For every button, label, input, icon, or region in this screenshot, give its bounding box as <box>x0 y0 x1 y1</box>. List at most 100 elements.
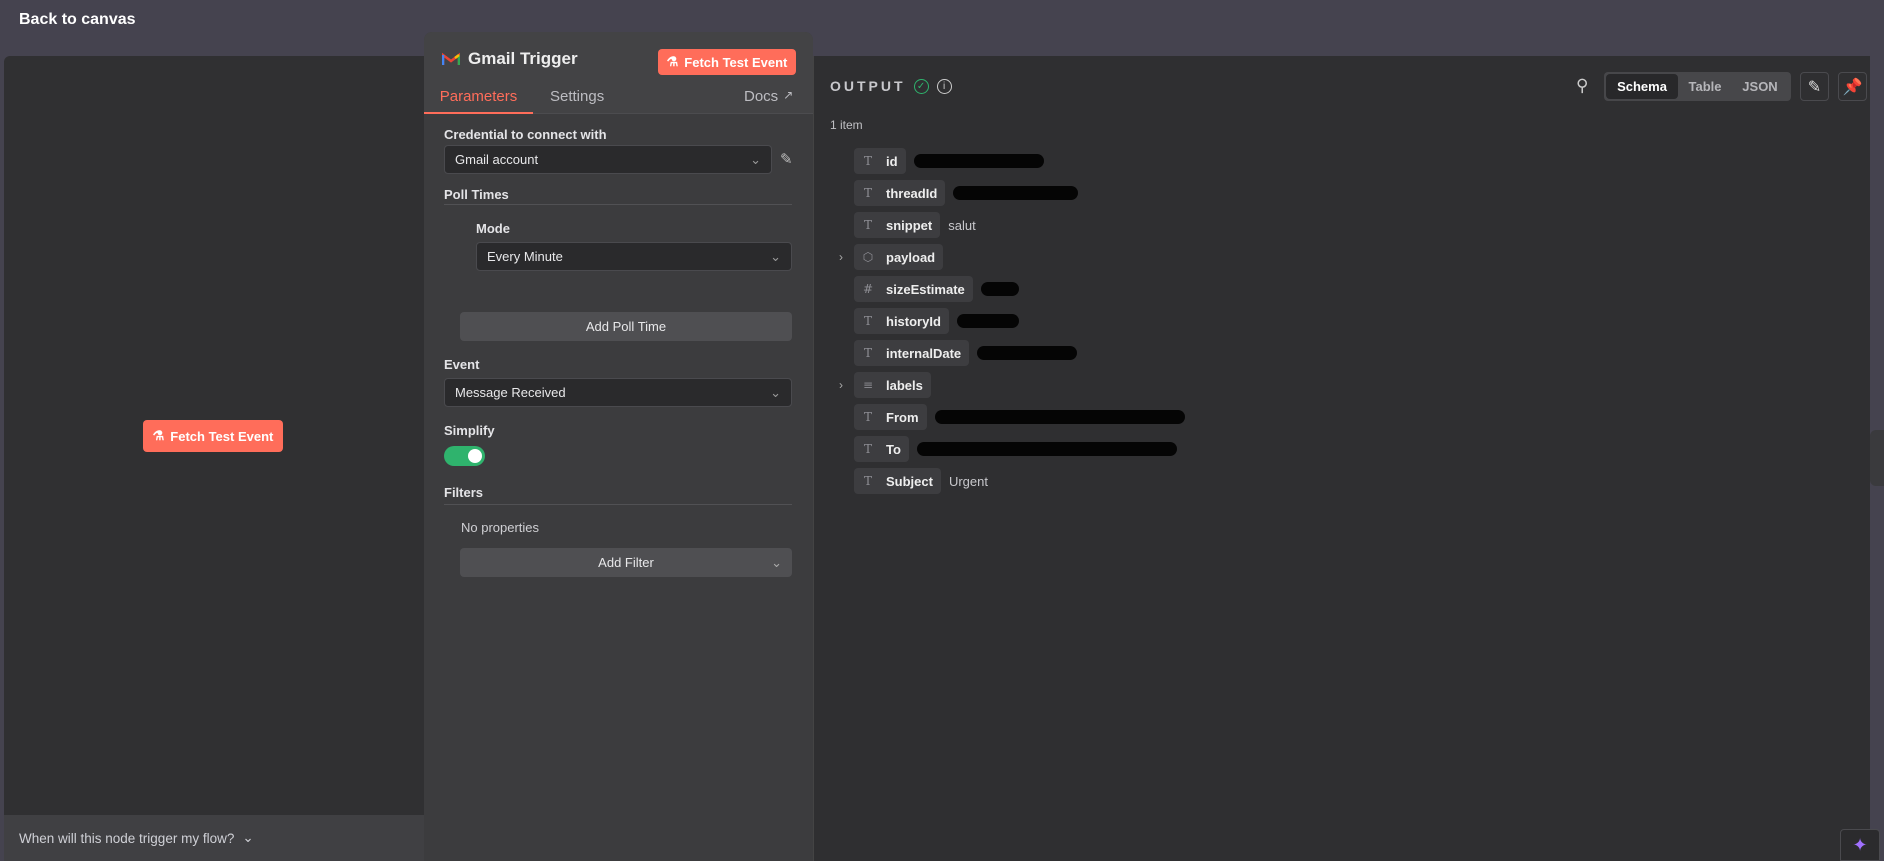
view-table[interactable]: Table <box>1678 79 1732 94</box>
field-name: Subject <box>886 473 933 489</box>
docs-link[interactable]: Docs ↗ <box>744 88 793 105</box>
string-type-icon: T <box>863 218 872 232</box>
mode-select[interactable]: Every Minute ⌄ <box>476 242 792 271</box>
field-pill[interactable]: T Subject <box>854 468 941 494</box>
fetch-test-event-button[interactable]: ⚗ Fetch Test Event <box>143 420 283 452</box>
event-value: Message Received <box>455 385 566 400</box>
schema-field-Subject: T Subject Urgent <box>854 468 988 494</box>
poll-times-label: Poll Times <box>444 187 509 202</box>
add-filter-button[interactable]: Add Filter ⌄ <box>460 548 792 577</box>
credential-value: Gmail account <box>455 152 539 167</box>
string-type-icon: T <box>863 442 872 456</box>
pencil-icon: ✎ <box>1807 78 1822 96</box>
fetch-test-event-button[interactable]: ⚗ Fetch Test Event <box>658 49 796 75</box>
string-type-icon: T <box>863 346 872 360</box>
chevron-right-icon[interactable]: › <box>839 378 843 392</box>
string-type-icon: T <box>863 314 872 328</box>
schema-tree: Tid TthreadId Tsnippet salut › ⬡ payload # sizeE… <box>839 148 1354 548</box>
gmail-logo-icon <box>442 52 460 65</box>
redacted-value <box>980 282 1019 296</box>
schema-field-internalDate: TinternalDate <box>854 340 1078 366</box>
divider <box>444 204 792 205</box>
field-name: id <box>886 153 898 169</box>
field-name: sizeEstimate <box>886 281 965 297</box>
chevron-down-icon: ⌄ <box>771 554 782 570</box>
chevron-down-icon: ⌄ <box>770 384 781 400</box>
edit-credential-pencil-icon[interactable]: ✎ <box>780 150 793 168</box>
field-name: From <box>886 409 919 425</box>
field-pill[interactable]: TthreadId <box>854 180 946 206</box>
tab-parameters[interactable]: Parameters <box>424 88 533 114</box>
field-pill[interactable]: Tsnippet <box>854 212 941 238</box>
external-link-icon: ↗ <box>783 88 794 102</box>
divider <box>444 504 792 505</box>
simplify-label: Simplify <box>444 423 495 438</box>
credential-label: Credential to connect with <box>444 127 607 142</box>
redacted-value <box>934 410 1185 424</box>
string-type-icon: T <box>863 154 872 168</box>
field-name: labels <box>886 377 923 393</box>
field-name: internalDate <box>886 345 962 361</box>
field-name: To <box>886 441 901 457</box>
top-bar <box>0 0 1884 56</box>
item-count: 1 item <box>830 118 863 132</box>
chevron-down-icon: ⌄ <box>750 151 761 167</box>
field-name: historyId <box>886 313 941 329</box>
back-to-canvas-link[interactable]: Back to canvas <box>19 11 136 29</box>
schema-field-To: T To <box>854 436 1177 462</box>
event-select[interactable]: Message Received ⌄ <box>444 378 792 407</box>
array-type-icon: ≡ <box>862 378 874 392</box>
simplify-toggle[interactable] <box>444 446 485 466</box>
info-icon[interactable]: i <box>936 78 952 94</box>
field-pill[interactable]: TinternalDate <box>854 340 970 366</box>
chevron-down-icon: ⌄ <box>770 248 781 264</box>
ai-assistant-button[interactable]: ✦ <box>1840 829 1880 861</box>
tab-settings[interactable]: Settings <box>550 88 604 105</box>
field-pill[interactable]: ⬡ payload <box>854 244 944 270</box>
field-pill[interactable]: ≡ labels <box>854 372 931 398</box>
mode-label: Mode <box>476 221 510 236</box>
schema-field-sizeEstimate: # sizeEstimate <box>854 276 1019 302</box>
pin-data-button[interactable]: 📌 <box>1838 72 1867 101</box>
fetch-test-event-label: Fetch Test Event <box>170 428 274 444</box>
no-properties-text: No properties <box>461 520 540 535</box>
panel-resize-handle[interactable] <box>1870 430 1884 486</box>
field-pill[interactable]: Tid <box>854 148 906 174</box>
trigger-question: When will this node trigger my flow? <box>19 830 235 846</box>
field-pill[interactable]: T To <box>854 436 909 462</box>
field-pill[interactable]: T From <box>854 404 927 430</box>
fetch-label: Fetch Test Event <box>684 54 788 70</box>
filters-label: Filters <box>444 485 484 500</box>
output-panel: OUTPUT ✓ i 1 item ⚲ Schema Table JSON ✎ … <box>813 56 1870 861</box>
flask-icon: ⚗ <box>666 54 679 69</box>
node-title: Gmail Trigger <box>468 49 578 68</box>
docs-label: Docs <box>744 88 779 105</box>
view-schema[interactable]: Schema <box>1606 74 1678 99</box>
schema-field-historyId: ThistoryId <box>854 308 1019 334</box>
sparkle-icon: ✦ <box>1852 834 1868 855</box>
number-type-icon: # <box>862 282 874 296</box>
trigger-info-toggle[interactable]: When will this node trigger my flow? ⌄ <box>4 815 426 861</box>
redacted-value <box>977 346 1078 360</box>
credential-select[interactable]: Gmail account ⌄ <box>444 145 772 174</box>
search-icon[interactable]: ⚲ <box>1576 76 1588 96</box>
schema-field-labels: › ≡ labels <box>839 372 931 398</box>
field-name: threadId <box>886 185 938 201</box>
schema-field-snippet: Tsnippet salut <box>854 212 976 238</box>
mode-value: Every Minute <box>487 249 563 264</box>
flask-icon: ⚗ <box>152 428 165 443</box>
field-name: payload <box>886 249 936 265</box>
field-pill[interactable]: # sizeEstimate <box>854 276 973 302</box>
input-panel: ⚗ Fetch Test Event When will this node t… <box>4 56 426 861</box>
chevron-right-icon[interactable]: › <box>839 250 843 264</box>
field-pill[interactable]: ThistoryId <box>854 308 949 334</box>
add-poll-time-button[interactable]: Add Poll Time <box>460 312 792 341</box>
view-switcher: Schema Table JSON <box>1604 72 1791 101</box>
object-type-icon: ⬡ <box>862 250 874 264</box>
chevron-down-icon: ⌄ <box>242 830 254 845</box>
output-title: OUTPUT <box>830 78 906 94</box>
view-json[interactable]: JSON <box>1732 79 1788 94</box>
edit-output-button[interactable]: ✎ <box>1800 72 1829 101</box>
node-parameters-panel: Gmail Trigger ⚗ Fetch Test Event Paramete… <box>424 32 813 861</box>
schema-field-id: Tid <box>854 148 1044 174</box>
